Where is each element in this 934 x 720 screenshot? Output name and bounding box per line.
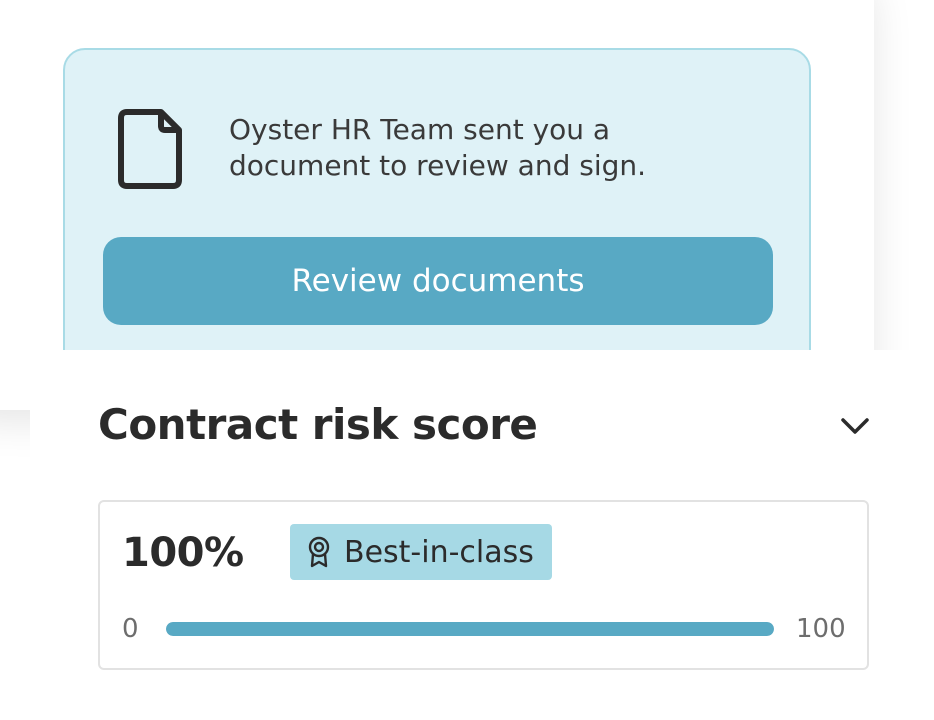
risk-score-title: Contract risk score [98, 400, 538, 449]
score-percentage: 100% [122, 530, 244, 576]
document-icon [118, 109, 182, 189]
award-ribbon-icon [308, 536, 330, 568]
range-min-label: 0 [122, 614, 139, 644]
document-notice: Oyster HR Team sent you a document to re… [63, 48, 811, 378]
chevron-down-icon[interactable] [838, 414, 872, 438]
review-documents-button[interactable]: Review documents [103, 237, 773, 325]
stage: Oyster HR Team sent you a document to re… [0, 0, 934, 720]
range-max-label: 100 [796, 614, 846, 644]
score-box: 100% Best-in-class 0 100 [98, 500, 869, 670]
badge-label: Best-in-class [344, 534, 534, 570]
notice-message: Oyster HR Team sent you a document to re… [229, 113, 647, 182]
score-progress-bar [166, 622, 774, 636]
status-badge: Best-in-class [290, 524, 552, 580]
risk-score-panel: Contract risk score 100% Best-in-class 0… [30, 350, 934, 720]
score-progress-fill [166, 622, 774, 636]
